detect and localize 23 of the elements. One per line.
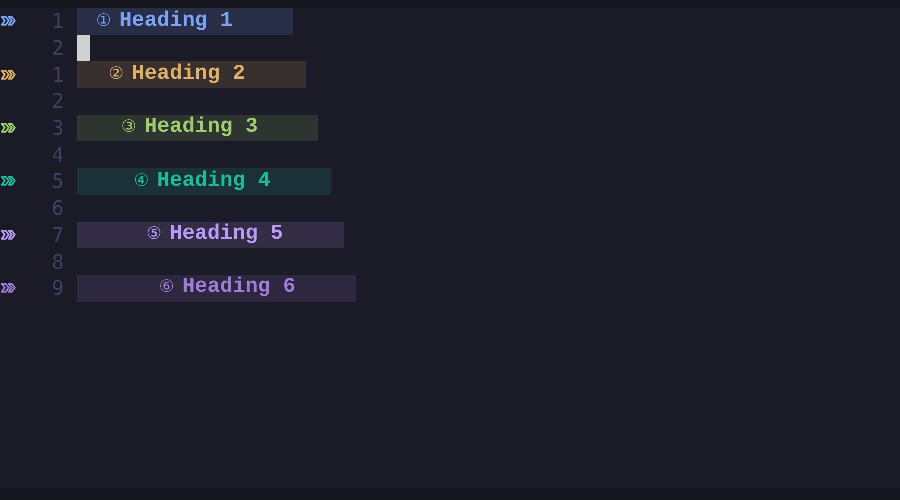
heading-text: Heading 6	[182, 275, 296, 302]
line-number: 1	[50, 8, 64, 36]
heading-level-icon: ⑤	[146, 222, 162, 248]
heading-level-icon: ②	[108, 62, 124, 88]
line-number: 9	[50, 275, 64, 302]
line-number: 2	[50, 88, 64, 116]
line-number: 8	[50, 248, 64, 276]
heading-text: Heading 1	[119, 8, 233, 35]
line-number: 3	[50, 115, 64, 142]
heading-text: Heading 2	[132, 62, 246, 88]
heading-text: Heading 5	[170, 222, 284, 248]
line-number: 6	[50, 195, 64, 222]
heading-level-icon: ①	[96, 8, 112, 34]
line-number: 5	[50, 168, 64, 196]
line-number: 2	[50, 35, 64, 62]
heading-level-icon: ④	[134, 168, 150, 194]
line-number: 1	[50, 62, 64, 89]
heading-level-icon: ③	[121, 115, 137, 141]
line-number: 7	[50, 222, 64, 249]
line-number: 4	[50, 142, 64, 169]
heading-text: Heading 3	[144, 115, 258, 142]
heading-level-icon: ⑥	[159, 275, 174, 301]
heading-text: Heading 4	[157, 168, 271, 195]
